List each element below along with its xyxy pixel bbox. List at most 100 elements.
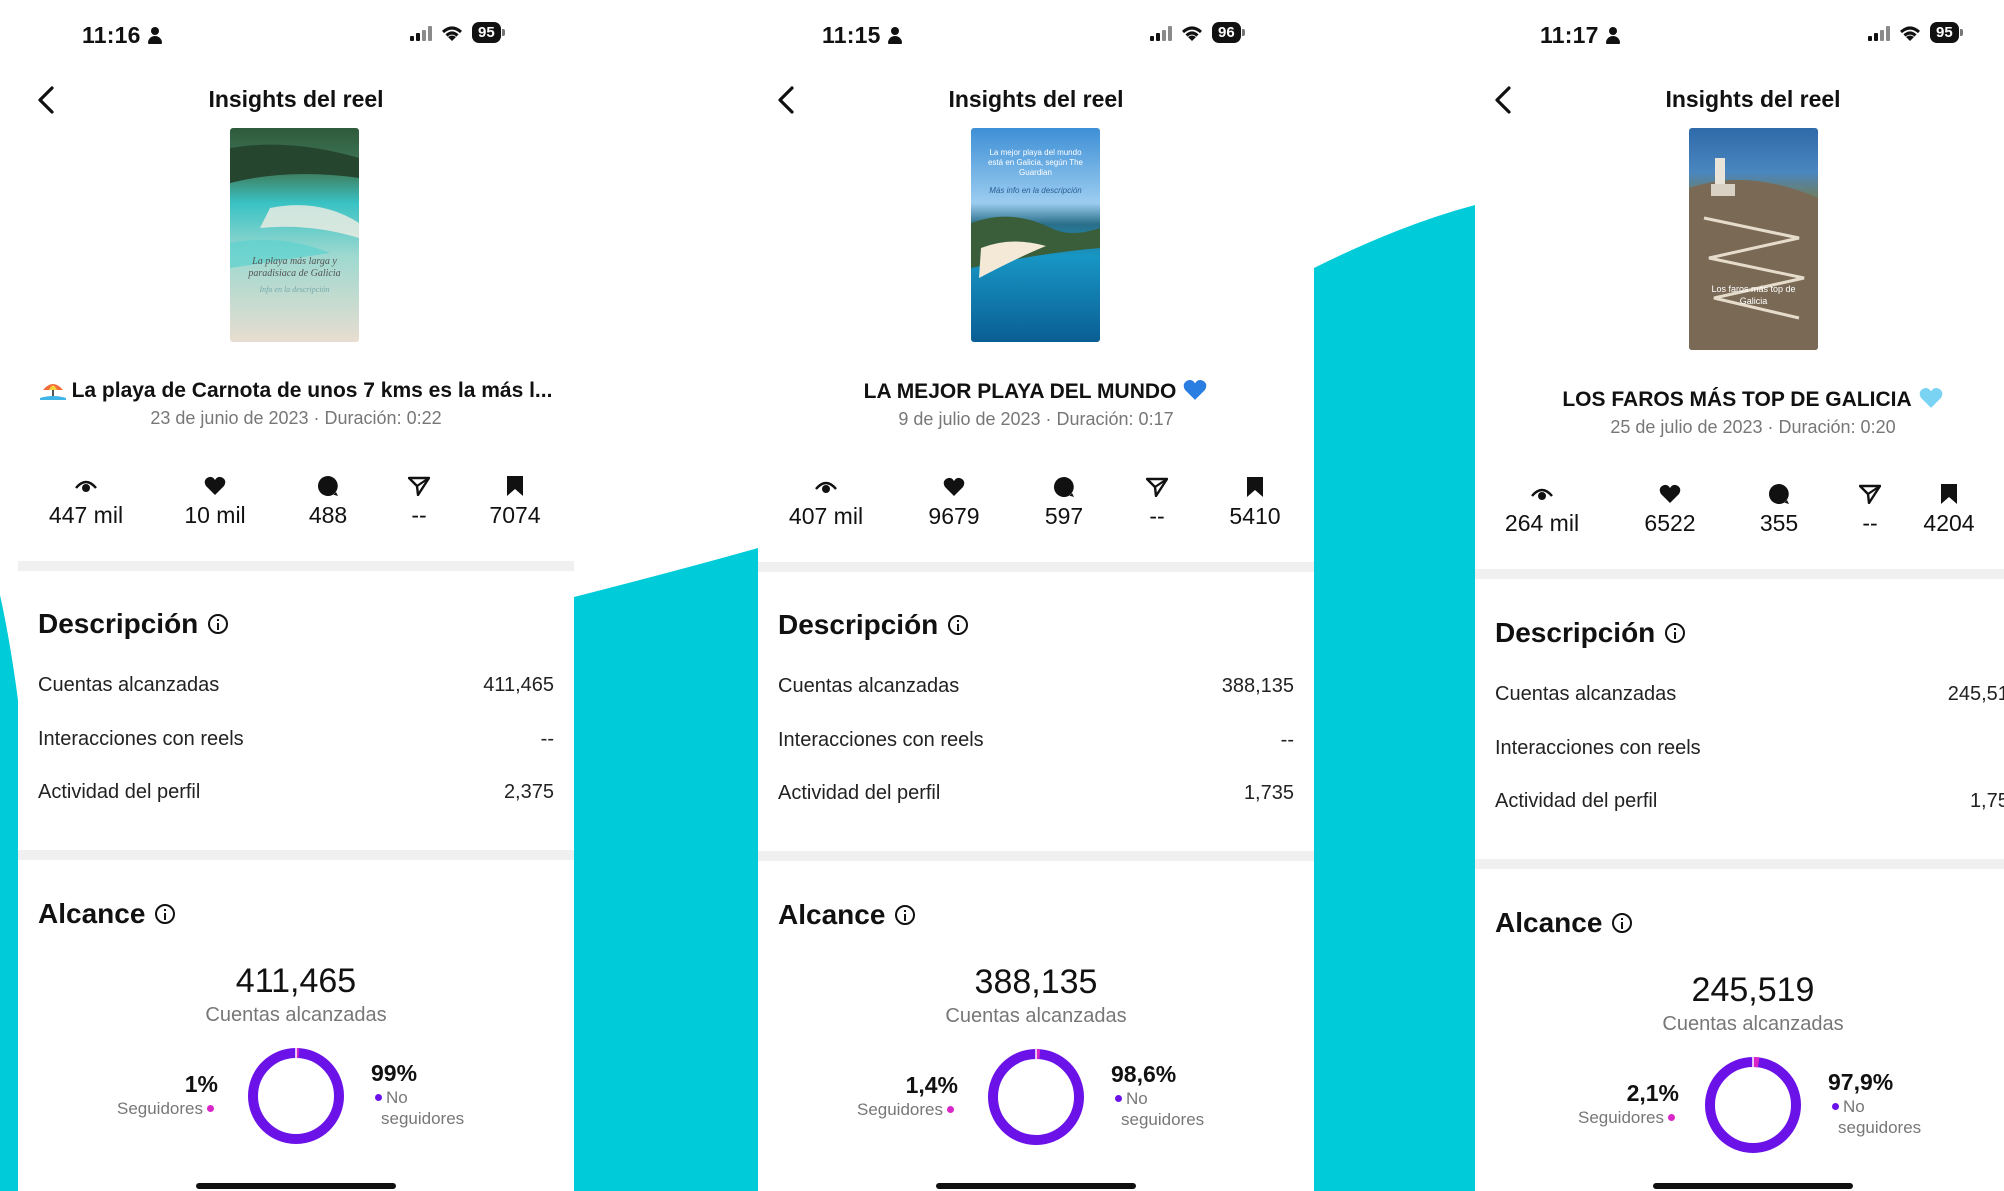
stat-value: 388,135 xyxy=(1221,675,1294,697)
description-heading: Descripción xyxy=(778,609,969,641)
shares-value: -- xyxy=(1149,503,1165,529)
non-followers-label-1: No xyxy=(1843,1097,1865,1116)
status-time: 11:15 xyxy=(822,22,903,49)
home-indicator[interactable] xyxy=(196,1183,396,1189)
stat-row-accounts-reached: Cuentas alcanzadas 388,135 xyxy=(778,675,1294,705)
metric-views: 407 mil xyxy=(771,475,881,530)
page-title: Insights del reel xyxy=(1665,86,1841,112)
reel-title-text: La playa de Carnota de unos 7 kms es la … xyxy=(71,379,553,402)
followers-percentage: 2,1% xyxy=(1626,1080,1679,1106)
non-followers-percentage: 98,6% xyxy=(1111,1061,1177,1087)
followers-dot xyxy=(207,1105,214,1112)
metric-views: 447 mil xyxy=(31,474,141,529)
description-heading: Descripción xyxy=(1495,617,1686,649)
metric-saves: 5410 xyxy=(1200,475,1310,530)
stat-label: Interacciones con reels xyxy=(1495,737,1701,759)
stat-label: Cuentas alcanzadas xyxy=(1495,683,1677,705)
metric-likes: 9679 xyxy=(899,475,1009,530)
section-divider xyxy=(18,561,574,571)
stat-row-reel-interactions: Interacciones con reels -- xyxy=(778,729,1294,759)
description-title: Descripción xyxy=(1495,617,1656,648)
metrics-row: 264 mil 6522 355 -- 4204 xyxy=(1475,482,2004,552)
metric-saves: 7074 xyxy=(460,474,570,529)
reel-thumbnail[interactable]: La playa más larga y paradisiaca de Gali… xyxy=(230,128,359,342)
description-heading: Descripción xyxy=(38,608,229,640)
metrics-row: 447 mil 10 mil 488 -- 7074 xyxy=(18,474,574,544)
stat-row-accounts-reached: Cuentas alcanzadas 411,465 xyxy=(38,674,554,704)
signal-icon xyxy=(1150,25,1172,41)
views-value: 447 mil xyxy=(48,502,124,528)
wifi-icon xyxy=(1900,26,1920,41)
section-divider xyxy=(1475,569,2004,579)
stat-row-profile-activity: Actividad del perfil 1,735 xyxy=(778,782,1294,812)
legend-non-followers: 99% No seguidores xyxy=(371,1060,464,1129)
page-header: Insights del reel xyxy=(18,78,574,122)
page-header: Insights del reel xyxy=(1475,78,2004,122)
info-icon[interactable] xyxy=(1665,623,1686,643)
reach-total-label: Cuentas alcanzadas xyxy=(205,1004,387,1026)
comment-icon xyxy=(1769,484,1789,504)
status-bar: 11:15 96 xyxy=(758,18,1314,52)
eye-icon xyxy=(815,481,837,493)
clock-text: 11:16 xyxy=(82,22,141,48)
reach-donut-chart xyxy=(1705,1056,1801,1153)
views-value: 407 mil xyxy=(788,503,864,529)
home-indicator[interactable] xyxy=(1653,1183,1853,1189)
metric-likes: 6522 xyxy=(1615,482,1725,537)
info-icon[interactable] xyxy=(155,904,176,924)
heart-icon xyxy=(1659,484,1681,503)
stat-row-reel-interactions: Interacciones con reels -- xyxy=(38,728,554,758)
reel-title: LOS FAROS MÁS TOP DE GALICIA xyxy=(1475,387,2004,415)
home-indicator[interactable] xyxy=(936,1183,1136,1189)
description-title: Descripción xyxy=(778,609,939,640)
shares-value: -- xyxy=(411,502,427,528)
stat-label: Cuentas alcanzadas xyxy=(38,674,220,696)
reel-meta: 9 de julio de 2023 · Duración: 0:17 xyxy=(898,409,1174,429)
thumbnail-caption: Los faros más top de Galicia xyxy=(1711,284,1796,306)
followers-label: Seguidores xyxy=(856,1100,943,1119)
info-icon[interactable] xyxy=(895,905,916,925)
stat-label: Actividad del perfil xyxy=(38,781,201,803)
stat-label: Actividad del perfil xyxy=(778,782,941,804)
metric-likes: 10 mil xyxy=(160,474,270,529)
followers-label: Seguidores xyxy=(116,1099,203,1118)
stat-value: -- xyxy=(1280,729,1294,751)
battery-indicator: 95 xyxy=(1930,22,1963,43)
metric-shares: -- xyxy=(364,474,474,529)
eye-icon xyxy=(1531,488,1553,500)
info-icon[interactable] xyxy=(1612,913,1633,933)
description-title: Descripción xyxy=(38,608,199,639)
status-time: 11:16 xyxy=(82,22,163,49)
non-followers-label-1: No xyxy=(1126,1089,1148,1108)
reach-title: Alcance xyxy=(1495,907,1603,938)
comment-icon xyxy=(318,476,338,496)
reel-title-text: LOS FAROS MÁS TOP DE GALICIA xyxy=(1562,388,1912,411)
stat-label: Interacciones con reels xyxy=(38,728,244,750)
legend-non-followers: 97,9% No seguidores xyxy=(1828,1069,1921,1138)
phone-screen-3: 11:17 95 Insights del reel Los faros más… xyxy=(1475,0,2004,1191)
reach-total: 411,465 xyxy=(235,962,357,1000)
donut-non-followers-arc xyxy=(988,1049,1084,1145)
blue-heart-icon xyxy=(1182,379,1208,407)
beach-umbrella-icon xyxy=(39,378,66,400)
info-icon[interactable] xyxy=(208,614,229,634)
bookmark-icon xyxy=(507,476,523,496)
views-value: 264 mil xyxy=(1504,510,1580,536)
stat-row-profile-activity: Actividad del perfil 1,759 xyxy=(1495,790,2004,820)
saves-value: 7074 xyxy=(489,502,541,528)
non-followers-dot xyxy=(1115,1095,1122,1102)
info-icon[interactable] xyxy=(948,615,969,635)
reel-thumbnail[interactable]: Los faros más top de Galicia xyxy=(1689,128,1818,350)
followers-dot xyxy=(1668,1114,1675,1121)
stat-value: -- xyxy=(540,728,554,750)
stat-value: 1,735 xyxy=(1243,782,1294,804)
clock-text: 11:15 xyxy=(822,22,881,48)
reach-heading: Alcance xyxy=(1495,907,1633,939)
reach-total-label: Cuentas alcanzadas xyxy=(945,1005,1127,1027)
reel-meta: 25 de julio de 2023 · Duración: 0:20 xyxy=(1610,417,1896,437)
donut-non-followers-arc xyxy=(248,1048,344,1144)
stat-value: 2,375 xyxy=(503,781,554,803)
reel-thumbnail[interactable]: La mejor playa del mundo está en Galicia… xyxy=(971,128,1100,342)
metric-views: 264 mil xyxy=(1487,482,1597,537)
person-icon xyxy=(887,26,903,45)
